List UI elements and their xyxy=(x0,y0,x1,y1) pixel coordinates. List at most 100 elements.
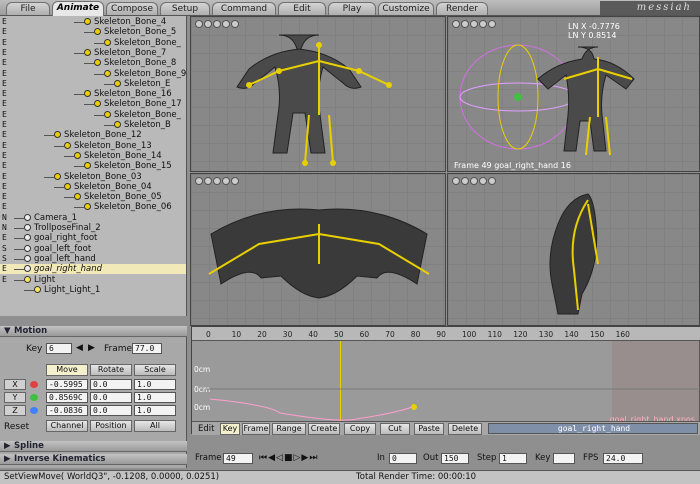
viewport-perspective[interactable]: LN X -0.7776 LN Y 0.8514 Frame 49 goal_r… xyxy=(447,16,700,172)
tree-item[interactable]: Sgoal_left_foot xyxy=(0,244,186,254)
axis-y-rotate-field[interactable]: 0.0 xyxy=(90,392,132,403)
tab-command[interactable]: Command xyxy=(212,2,276,15)
axis-z-move-field[interactable]: -0.0836 xyxy=(46,405,88,416)
tree-item[interactable]: E Skeleton_Bone_ xyxy=(0,110,186,120)
viewport-header-buttons[interactable] xyxy=(195,20,239,28)
play-back-icon[interactable]: ◁ xyxy=(276,453,284,463)
tree-item[interactable]: N TrollposeFinal_2 xyxy=(0,223,186,233)
tree-item-flag[interactable]: E xyxy=(2,264,11,274)
viewport-option-button[interactable] xyxy=(231,177,239,185)
tree-item-flag[interactable]: E xyxy=(2,172,11,182)
axis-x-button[interactable]: X xyxy=(4,379,26,390)
tree-item[interactable]: E Skeleton_Bone_13 xyxy=(0,141,186,151)
axis-y-move-field[interactable]: 0.8569C xyxy=(46,392,88,403)
current-frame-field[interactable]: 49 xyxy=(223,453,253,464)
frame-button[interactable]: Frame xyxy=(242,423,270,435)
tree-item[interactable]: E Skeleton_Bone_8 xyxy=(0,58,186,68)
tree-item[interactable]: E Skeleton_Bone_12 xyxy=(0,130,186,140)
rotate-button[interactable]: Rotate xyxy=(90,364,132,376)
axis-x-rotate-field[interactable]: 0.0 xyxy=(90,379,132,390)
ik-panel-header[interactable]: ▶ Inverse Kinematics xyxy=(0,454,187,465)
tree-item[interactable]: E Skeleton_Bone_5 xyxy=(0,27,186,37)
tree-item-flag[interactable]: E xyxy=(2,202,11,212)
key-button[interactable]: Key xyxy=(220,423,240,435)
tab-customize[interactable]: Customize xyxy=(378,2,434,15)
create-button[interactable]: Create xyxy=(308,423,340,435)
tree-item[interactable]: E Skeleton_Bone_ xyxy=(0,38,186,48)
tree-item[interactable]: E Skeleton_Bone_17 xyxy=(0,99,186,109)
viewport-option-button[interactable] xyxy=(195,20,203,28)
go-end-icon[interactable]: ⏭ xyxy=(309,453,318,463)
frame-field[interactable]: 77.0 xyxy=(132,343,162,354)
tab-setup[interactable]: Setup xyxy=(160,2,210,15)
current-item-field[interactable]: goal_right_hand xyxy=(488,423,698,434)
tree-item-flag[interactable]: E xyxy=(2,130,11,140)
in-frame-field[interactable]: 0 xyxy=(389,453,417,464)
motion-graph-timeline[interactable]: 0 10 20 30 40 50 60 70 80 90 100 110 120 130 140 150 160… xyxy=(191,326,700,435)
tab-render[interactable]: Render xyxy=(436,2,488,15)
tree-item[interactable]: E Skeleton_Bone_14 xyxy=(0,151,186,161)
tree-item[interactable]: E Skeleton_Bone_04 xyxy=(0,182,186,192)
scene-item-tree[interactable]: E Skeleton_Bone_4 E Skeleton_Bone_5 E Skeleto… xyxy=(0,16,187,316)
tab-file[interactable]: File xyxy=(6,2,50,15)
tree-item-flag[interactable]: S xyxy=(2,254,11,264)
tree-item-flag[interactable]: E xyxy=(2,192,11,202)
move-button[interactable]: Move xyxy=(46,364,88,376)
spline-panel-header[interactable]: ▶ Spline xyxy=(0,441,187,452)
axis-y-scale-field[interactable]: 1.0 xyxy=(134,392,176,403)
key-field[interactable]: 6 xyxy=(46,343,72,354)
viewport-option-button[interactable] xyxy=(195,177,203,185)
viewport-option-button[interactable] xyxy=(452,177,460,185)
viewport-option-button[interactable] xyxy=(488,20,496,28)
go-start-icon[interactable]: ⏮ xyxy=(259,453,268,463)
viewport-option-button[interactable] xyxy=(213,177,221,185)
viewport-option-button[interactable] xyxy=(461,177,469,185)
tree-item-flag[interactable]: N xyxy=(2,213,11,223)
tree-item[interactable]: E Skeleton_Bone_16 xyxy=(0,89,186,99)
reset-position-button[interactable]: Position xyxy=(90,420,132,432)
tree-item-flag[interactable]: E xyxy=(2,69,11,79)
viewport-option-button[interactable] xyxy=(452,20,460,28)
cut-button[interactable]: Cut xyxy=(380,423,410,435)
tree-item-flag[interactable]: E xyxy=(2,27,11,37)
transport-buttons[interactable]: ⏮◀◁■▷▶⏭ xyxy=(259,453,363,465)
viewport-top[interactable] xyxy=(190,173,446,326)
viewport-option-button[interactable] xyxy=(488,177,496,185)
fps-field[interactable]: 24.0 xyxy=(603,453,643,464)
out-frame-field[interactable]: 150 xyxy=(441,453,469,464)
tree-item[interactable]: E Light xyxy=(0,275,186,285)
tab-compose[interactable]: Compose xyxy=(106,2,158,15)
range-button[interactable]: Range xyxy=(272,423,306,435)
tree-item[interactable]: Egoal_right_hand xyxy=(0,264,186,275)
viewport-option-button[interactable] xyxy=(479,177,487,185)
tree-item[interactable]: Sgoal_left_hand xyxy=(0,254,186,264)
tree-item[interactable]: E Skeleton_Bone_9 xyxy=(0,69,186,79)
step-back-icon[interactable]: ◀ xyxy=(268,453,276,463)
tree-item-flag[interactable]: E xyxy=(2,48,11,58)
tree-item[interactable]: E Skeleton_B xyxy=(0,120,186,130)
delete-button[interactable]: Delete xyxy=(448,423,482,435)
tree-item-flag[interactable]: E xyxy=(2,151,11,161)
copy-button[interactable]: Copy xyxy=(344,423,376,435)
viewport-option-button[interactable] xyxy=(231,20,239,28)
key-filter-field[interactable] xyxy=(553,453,575,464)
viewport-option-button[interactable] xyxy=(470,177,478,185)
tree-item-flag[interactable]: E xyxy=(2,58,11,68)
viewport-option-button[interactable] xyxy=(470,20,478,28)
viewport-header-buttons[interactable] xyxy=(195,177,239,185)
tree-item-flag[interactable]: E xyxy=(2,182,11,192)
tree-item-flag[interactable]: E xyxy=(2,79,11,89)
viewport-option-button[interactable] xyxy=(222,177,230,185)
axis-y-button[interactable]: Y xyxy=(4,392,26,403)
axis-x-scale-field[interactable]: 1.0 xyxy=(134,379,176,390)
tree-item[interactable]: Egoal_right_foot xyxy=(0,233,186,243)
viewport-option-button[interactable] xyxy=(479,20,487,28)
tree-item[interactable]: E Skeleton_Bone_05 xyxy=(0,192,186,202)
tree-item[interactable]: E Skeleton_Bone_7 xyxy=(0,48,186,58)
tree-item-flag[interactable]: E xyxy=(2,89,11,99)
reset-all-button[interactable]: All xyxy=(134,420,176,432)
viewport-header-buttons[interactable] xyxy=(452,20,496,28)
scale-button[interactable]: Scale xyxy=(134,364,176,376)
tree-item-flag[interactable]: E xyxy=(2,275,11,285)
viewport-side[interactable] xyxy=(447,173,700,326)
